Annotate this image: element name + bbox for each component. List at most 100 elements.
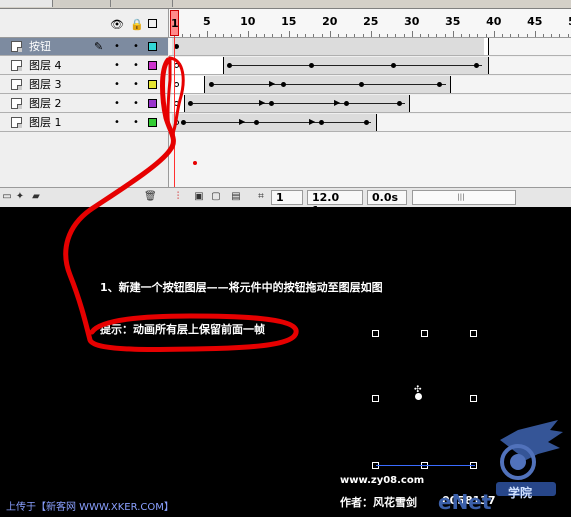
ruler-frame-number: 15 — [281, 15, 297, 28]
ruler-tick — [346, 34, 348, 37]
frame-grid-empty-area — [169, 132, 571, 187]
outline-color-swatch[interactable] — [148, 80, 157, 89]
ruler-tick — [182, 34, 184, 37]
ruler-tick — [469, 34, 471, 37]
edit-multiple-frames-icon[interactable]: ▤ — [230, 191, 242, 203]
layer-name: 图层 3 — [29, 78, 62, 91]
scene-tab[interactable] — [60, 0, 111, 7]
transform-handle[interactable] — [470, 395, 477, 402]
keyframe[interactable] — [319, 120, 324, 125]
frame-span[interactable] — [172, 38, 489, 55]
keyframe[interactable] — [391, 63, 396, 68]
current-frame-field: 1 — [271, 190, 303, 205]
outline-color-swatch[interactable] — [148, 61, 157, 70]
keyframe[interactable] — [364, 120, 369, 125]
ruler-tick — [370, 31, 372, 37]
transform-handle[interactable] — [372, 330, 379, 337]
trash-icon[interactable]: 🗑 — [144, 191, 157, 203]
ruler-tick — [379, 34, 380, 37]
visibility-dot[interactable]: • — [114, 80, 120, 90]
ruler-tick — [215, 34, 216, 37]
keyframe[interactable] — [359, 82, 364, 87]
visibility-dot[interactable]: • — [114, 42, 120, 52]
ruler-frame-number: 5 — [202, 15, 211, 28]
lock-dot[interactable]: • — [133, 118, 139, 128]
tween-line — [232, 65, 482, 66]
layer-list-empty-area — [0, 132, 169, 187]
layer-name: 按钮 — [29, 40, 51, 53]
layer-row-2[interactable]: 图层 2 • • — [0, 95, 168, 113]
add-layer-icon[interactable]: ▭ — [1, 191, 13, 203]
layer-icon — [11, 79, 22, 90]
frame-ruler[interactable]: 15101520253035404550 — [168, 9, 571, 37]
frame-row-1[interactable]: ▶ ▶ — [169, 114, 571, 132]
upload-source-label: 上传于【新客网 WWW.XKER.COM】 — [6, 502, 174, 513]
modify-markers-icon[interactable]: ⌗ — [255, 191, 267, 203]
timeline-tab[interactable] — [0, 0, 53, 7]
outline-color-swatch[interactable] — [148, 118, 157, 127]
layer-name: 图层 1 — [29, 116, 62, 129]
lock-dot[interactable]: • — [133, 61, 139, 71]
frame-row-3[interactable]: ▶ — [169, 76, 571, 94]
keyframe[interactable] — [474, 63, 479, 68]
frame-row-button[interactable] — [169, 38, 571, 56]
keyframe[interactable] — [269, 101, 274, 106]
layer-name: 图层 4 — [29, 59, 62, 72]
logo-text: 学院 — [508, 486, 533, 500]
add-guide-layer-icon[interactable]: ✦ — [14, 191, 26, 203]
ruler-tick — [502, 34, 503, 37]
ruler-tick — [567, 34, 569, 37]
keyframe[interactable] — [397, 101, 402, 106]
eye-icon[interactable]: 👁 — [110, 19, 124, 30]
end-frame[interactable] — [484, 38, 489, 55]
visibility-dot[interactable]: • — [114, 99, 120, 109]
timeline-horizontal-scrollbar[interactable]: ||| — [412, 190, 516, 205]
lock-dot[interactable]: • — [133, 99, 139, 109]
ruler-frame-number: 45 — [527, 15, 543, 28]
onion-skin-icon[interactable]: ▣ — [193, 191, 205, 203]
flash-editor-window: 👁 🔒 15101520253035404550 1 按钮 ✎ • • 图层 4… — [0, 0, 571, 517]
layer-row-1[interactable]: 图层 1 • • — [0, 114, 168, 132]
ruler-tick — [288, 31, 290, 37]
playhead[interactable]: 1 — [170, 10, 179, 36]
keyframe[interactable] — [437, 82, 442, 87]
ruler-frame-number: 20 — [322, 15, 338, 28]
frame-row-4[interactable] — [169, 57, 571, 75]
outline-square-icon[interactable] — [148, 19, 157, 28]
layer-row-4[interactable]: 图层 4 • • — [0, 57, 168, 75]
layer-name: 图层 2 — [29, 97, 62, 110]
keyframe[interactable] — [309, 63, 314, 68]
layer-row-button[interactable]: 按钮 ✎ • • — [0, 38, 168, 56]
center-frame-icon[interactable]: ⫶ — [172, 191, 184, 203]
outline-color-swatch[interactable] — [148, 99, 157, 108]
layer-row-3[interactable]: 图层 3 • • — [0, 76, 168, 94]
keyframe[interactable] — [281, 82, 286, 87]
scrollbar-thumb[interactable]: ||| — [451, 194, 471, 201]
ruler-tick — [485, 34, 487, 37]
transform-handle[interactable] — [372, 395, 379, 402]
ruler-tick — [239, 34, 241, 37]
frame-span[interactable] — [172, 57, 224, 74]
ruler-tick — [387, 34, 389, 37]
lock-icon[interactable]: 🔒 — [130, 19, 144, 30]
keyframe[interactable] — [344, 101, 349, 106]
visibility-dot[interactable]: • — [114, 61, 120, 71]
ruler-tick — [338, 34, 339, 37]
enet-brand: eNet — [438, 490, 492, 514]
visibility-dot[interactable]: • — [114, 118, 120, 128]
instruction-text: 1、新建一个按钮图层——将元件中的按钮拖动至图层如图 — [100, 281, 383, 294]
ruler-tick — [403, 34, 405, 37]
transform-handle[interactable] — [470, 330, 477, 337]
ruler-tick — [313, 34, 315, 37]
lock-dot[interactable]: • — [133, 80, 139, 90]
symbol-tab[interactable] — [112, 0, 173, 7]
onion-outline-icon[interactable]: ▢ — [210, 191, 222, 203]
lock-dot[interactable]: • — [133, 42, 139, 52]
frame-row-2[interactable]: ▶ ▶ — [169, 95, 571, 113]
transform-handle[interactable] — [421, 330, 428, 337]
transform-center-point[interactable] — [415, 393, 422, 400]
tween-line — [214, 84, 446, 85]
add-folder-icon[interactable]: ▰ — [30, 191, 42, 203]
outline-color-swatch[interactable] — [148, 42, 157, 51]
keyframe[interactable] — [254, 120, 259, 125]
